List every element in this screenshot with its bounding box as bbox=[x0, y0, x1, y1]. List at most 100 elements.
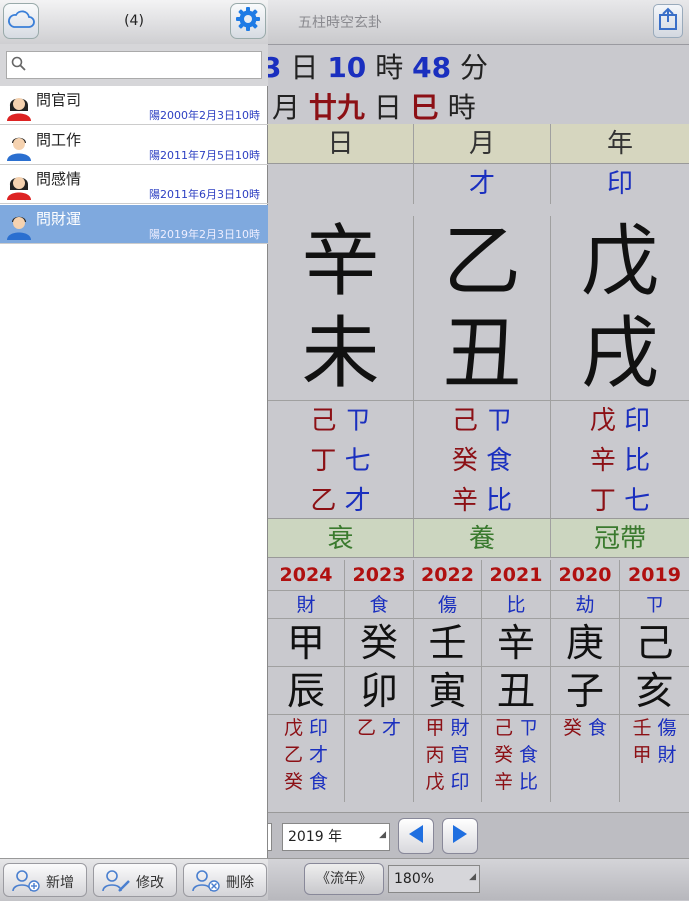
annual-branch: 寅 bbox=[414, 666, 482, 714]
hidden-stem: 甲 bbox=[632, 744, 652, 766]
prev-year-button[interactable] bbox=[398, 818, 434, 854]
main-bottom-bar: 《流年》 180% ◢ bbox=[268, 858, 689, 900]
edit-button[interactable]: 修改 bbox=[93, 863, 177, 897]
day-unit: 日 bbox=[290, 51, 319, 84]
solar-day: 3 bbox=[268, 51, 282, 84]
hidden-stem-god: 比 bbox=[624, 446, 651, 476]
annual-year: 2019 bbox=[628, 564, 681, 586]
hidden-stem-god: 印 bbox=[624, 406, 651, 436]
pillar-hidden-stems: 己 ㄗ癸 食辛 比 bbox=[414, 400, 551, 518]
annual-god: 傷 bbox=[414, 590, 482, 618]
annual-god: 食 bbox=[345, 590, 414, 618]
annual-branch: 子 bbox=[551, 666, 620, 714]
hidden-stem-line: 甲 財 bbox=[620, 742, 689, 769]
liunian-mode-button[interactable]: 《流年》 bbox=[304, 863, 384, 895]
list-item[interactable]: 問財運 陽2019年2月3日10時 bbox=[0, 204, 268, 244]
pillar-header-year: 年 bbox=[551, 124, 689, 164]
annual-branch: 亥 bbox=[620, 666, 689, 714]
hidden-stem-god: 食 bbox=[588, 717, 608, 739]
share-icon bbox=[658, 7, 678, 35]
list-item[interactable]: 問感情 陽2011年6月3日10時 bbox=[0, 165, 268, 204]
zoom-select[interactable]: 180% ◢ bbox=[388, 865, 480, 893]
hidden-stem: 戊 bbox=[425, 771, 445, 793]
zoom-value: 180% bbox=[394, 871, 435, 887]
add-button[interactable]: 新增 bbox=[3, 863, 87, 897]
triangle-left-icon bbox=[407, 824, 425, 848]
annual-hidden-stems: 癸 食 bbox=[551, 714, 620, 802]
settings-button[interactable] bbox=[230, 3, 266, 39]
hidden-stem-god: 官 bbox=[450, 744, 470, 766]
annual-year: 2023 bbox=[345, 560, 414, 590]
hidden-stem-line: 辛 比 bbox=[482, 769, 550, 796]
pillar-star-month: 養 bbox=[414, 518, 551, 558]
solar-minute: 48 bbox=[412, 51, 452, 84]
list-item-date: 陽2011年6月3日10時 bbox=[149, 188, 260, 201]
annual-stem: 甲 bbox=[268, 618, 345, 666]
annual-god: 比 bbox=[482, 590, 551, 618]
hidden-stem-god: 才 bbox=[309, 744, 329, 766]
annual-god: 財 bbox=[268, 590, 345, 618]
pillar-branch-year: 戌 bbox=[580, 309, 659, 399]
next-year-button[interactable] bbox=[442, 818, 478, 854]
hidden-stem-line: 戊 印 bbox=[268, 715, 344, 742]
hidden-stem-line: 甲 財 bbox=[414, 715, 481, 742]
hidden-stem-god: 比 bbox=[486, 486, 513, 516]
hour-unit: 時 bbox=[447, 91, 476, 124]
hidden-stem-god: 七 bbox=[344, 446, 371, 476]
edit-button-label: 修改 bbox=[136, 875, 164, 891]
annual-stem: 壬 bbox=[414, 618, 482, 666]
lunar-day: 廿九 bbox=[308, 91, 365, 124]
hidden-stem: 癸 bbox=[451, 446, 478, 476]
triangle-right-icon bbox=[451, 824, 469, 848]
list-item-name: 問財運 bbox=[36, 209, 82, 228]
delete-user-icon bbox=[192, 869, 222, 897]
minute-unit: 分 bbox=[459, 51, 488, 84]
pillar-branch-month: 丑 bbox=[414, 308, 551, 400]
hidden-stem-god: 食 bbox=[486, 446, 513, 476]
hidden-stem-god: 才 bbox=[344, 486, 371, 516]
hidden-stem-line: 癸 食 bbox=[268, 769, 344, 796]
hidden-stem: 丁 bbox=[589, 486, 616, 516]
pillar-header-month: 月 bbox=[414, 124, 551, 164]
pillar-branch-day: 未 bbox=[268, 308, 414, 400]
pillar-god-month: 才 bbox=[414, 164, 551, 204]
hidden-stem: 辛 bbox=[493, 771, 513, 793]
avatar-icon bbox=[6, 133, 32, 161]
hidden-stem-god: ㄗ bbox=[344, 406, 371, 436]
hidden-stem: 乙 bbox=[356, 717, 376, 739]
hidden-stem-god: 傷 bbox=[657, 717, 677, 739]
partial-select[interactable] bbox=[268, 823, 272, 851]
pillar-star-day: 衰 bbox=[268, 518, 414, 558]
main-panel: 五柱時空玄卦 3 日 10 時 48 分 月 廿九 日 巳 時 日 月 年 才 … bbox=[268, 0, 689, 900]
app-title: 五柱時空玄卦 bbox=[298, 15, 382, 31]
pillar-stem-month: 乙 bbox=[414, 216, 551, 308]
lunar-hour: 巳 bbox=[410, 91, 439, 124]
hour-unit: 時 bbox=[375, 51, 404, 84]
avatar-icon bbox=[6, 93, 32, 121]
pillar-hidden-stems: 戊 印辛 比丁 七 bbox=[551, 400, 689, 518]
lunar-datetime: 月 廿九 日 巳 時 bbox=[272, 86, 476, 126]
share-button[interactable] bbox=[653, 4, 683, 38]
hidden-stem: 壬 bbox=[632, 717, 652, 739]
hidden-stem-line: 癸 食 bbox=[414, 441, 550, 481]
year-select[interactable]: 2019 年 ◢ bbox=[282, 823, 390, 851]
year-control-bar: 2019 年 ◢ bbox=[268, 812, 689, 859]
annual-god: 劫 bbox=[551, 590, 620, 618]
list-item[interactable]: 問官司 陽2000年2月3日10時 bbox=[0, 86, 268, 125]
hidden-stem-line: 乙 才 bbox=[268, 481, 413, 521]
hidden-stem: 己 bbox=[451, 406, 478, 436]
hidden-stem: 辛 bbox=[451, 486, 478, 516]
hidden-stem-god: 食 bbox=[309, 771, 329, 793]
list-item-date: 陽2000年2月3日10時 bbox=[149, 109, 260, 122]
search-input[interactable] bbox=[6, 51, 262, 79]
pillar-header-day: 日 bbox=[268, 124, 414, 164]
hidden-stem: 己 bbox=[493, 717, 513, 739]
delete-button[interactable]: 刪除 bbox=[183, 863, 267, 897]
annual-branch: 卯 bbox=[345, 666, 414, 714]
hidden-stem-god: 食 bbox=[519, 744, 539, 766]
pillar-stem-day: 辛 bbox=[268, 216, 414, 308]
hidden-stem-god: 財 bbox=[657, 744, 677, 766]
list-item[interactable]: 問工作 陽2011年7月5日10時 bbox=[0, 126, 268, 165]
add-button-label: 新增 bbox=[46, 875, 74, 891]
annual-branch: 丑 bbox=[482, 666, 551, 714]
